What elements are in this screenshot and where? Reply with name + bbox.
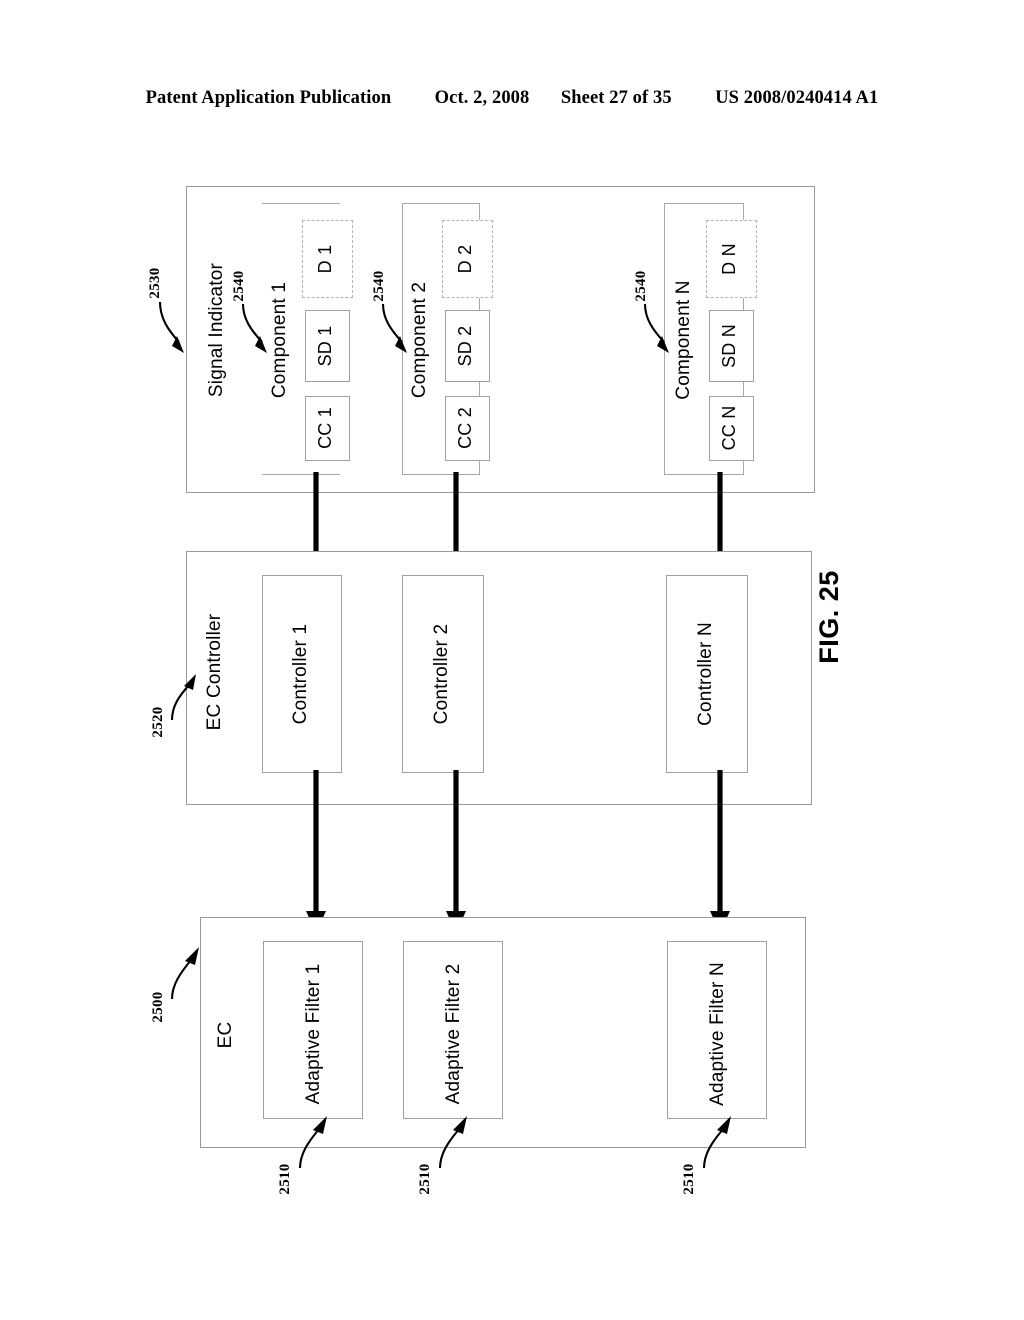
component-1-sub-sd (305, 310, 350, 382)
ref-2510-filter-2-label: 2510 (417, 1163, 433, 1195)
ref-2540-component-1-label: 2540 (231, 270, 247, 302)
component-n-sub-d (706, 220, 757, 298)
adaptive-filter-n-block (667, 941, 767, 1119)
component-2-sub-sd (445, 310, 490, 382)
adaptive-filter-1-block (263, 941, 363, 1119)
patent-figure-25: FIG. 25 Signal Indicator 2530 Component … (0, 0, 1024, 1320)
component-n-sub-cc (709, 396, 754, 461)
component-1-sub-d (302, 220, 353, 298)
ref-2530-label: 2530 (147, 267, 163, 299)
adaptive-filter-2-block (403, 941, 503, 1119)
ref-2510-filter-n-label: 2510 (681, 1163, 697, 1195)
controller-2-block (402, 575, 484, 773)
ref-2540-component-2-label: 2540 (371, 270, 387, 302)
component-n-sub-sd (709, 310, 754, 382)
controller-1-block (262, 575, 342, 773)
ref-2510-filter-1-label: 2510 (277, 1163, 293, 1195)
component-2-sub-d (442, 220, 493, 298)
ref-2540-component-n-label: 2540 (633, 270, 649, 302)
figure-label: FIG. 25 (814, 570, 844, 664)
ref-2500-label: 2500 (150, 991, 166, 1023)
component-2-sub-cc (445, 396, 490, 461)
component-1-sub-cc (305, 396, 350, 461)
controller-n-block (666, 575, 748, 773)
ref-2520-label: 2520 (150, 706, 166, 738)
